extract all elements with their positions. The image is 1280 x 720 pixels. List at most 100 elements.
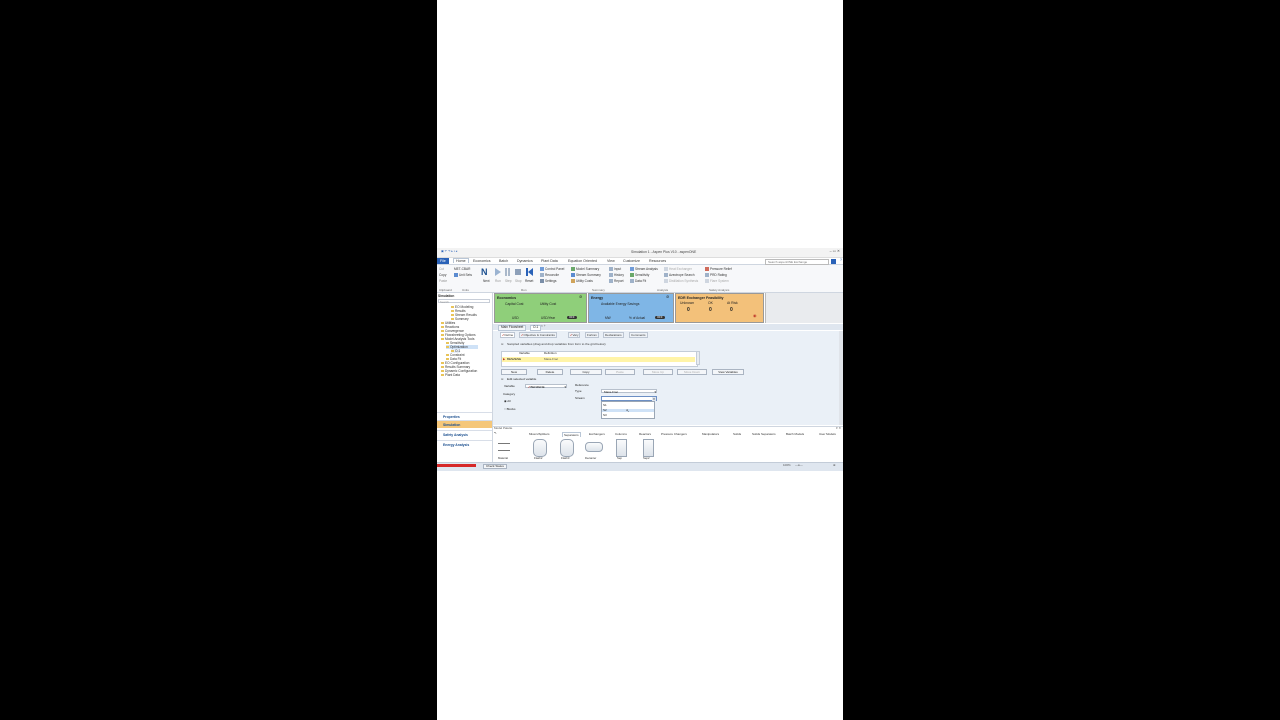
- run-button[interactable]: Run: [495, 279, 501, 283]
- material-stream-icon[interactable]: [498, 443, 510, 451]
- tab-customize[interactable]: Customize: [623, 259, 640, 263]
- energy-card[interactable]: Energy ⊘ Available Energy Savings MW % o…: [588, 293, 674, 323]
- run-icon[interactable]: [495, 268, 501, 276]
- data-fit-button[interactable]: Data Fit: [630, 279, 646, 284]
- doc-tab-o-1[interactable]: O-1: [530, 325, 542, 331]
- step-button[interactable]: Step: [505, 279, 512, 283]
- safety-analysis-nav-button[interactable]: Safety Analysis: [437, 430, 492, 438]
- tab-resources[interactable]: Resources: [649, 259, 666, 263]
- sep-icon[interactable]: [616, 439, 627, 457]
- collapse-icon[interactable]: ⊖: [501, 342, 504, 346]
- palette-tab-solids[interactable]: Solids: [733, 432, 741, 436]
- palette-tab-user-models[interactable]: User Models: [819, 432, 836, 436]
- file-menu[interactable]: File: [437, 258, 449, 264]
- form-tab-comments[interactable]: Comments: [629, 332, 648, 338]
- grid-cell-variable[interactable]: BENZENE: [507, 357, 521, 361]
- form-tab-fortran[interactable]: Fortran: [585, 332, 599, 338]
- flare-system-button[interactable]: Flare System: [705, 279, 729, 284]
- decanter-icon[interactable]: [585, 442, 603, 452]
- nav-item-plant-data[interactable]: Plant Data: [441, 373, 460, 377]
- paste-button-form[interactable]: Paste: [605, 369, 635, 375]
- quick-access-icons[interactable]: ▣ ↶ ↷ ▸ ▪ ◂: [441, 249, 457, 253]
- stream-analysis-button[interactable]: Stream Analysis: [630, 267, 658, 272]
- delete-button[interactable]: Delete: [537, 369, 563, 375]
- flash3-icon[interactable]: [560, 439, 574, 457]
- copy-button-form[interactable]: Copy: [570, 369, 602, 375]
- tab-view[interactable]: View: [607, 259, 615, 263]
- form-tab-declarations[interactable]: Declarations: [603, 332, 624, 338]
- palette-tab-solids-separators[interactable]: Solids Separators: [752, 432, 776, 436]
- help-icon[interactable]: ?: [840, 258, 842, 263]
- variable-select[interactable]: ✔BENZENE ▾: [525, 384, 567, 389]
- energy-disable-icon[interactable]: ⊘: [666, 294, 669, 299]
- table-row[interactable]: [502, 357, 695, 362]
- utility-costs-button[interactable]: Utility Costs: [571, 279, 593, 284]
- palette-tab-batch-models[interactable]: Batch Models: [786, 432, 804, 436]
- tab-economics[interactable]: Economics: [473, 259, 491, 263]
- check-status-button[interactable]: Check Status: [483, 464, 507, 470]
- doc-tab-main-flowsheet[interactable]: Main Flowsheet: [498, 325, 527, 331]
- simulation-nav-button[interactable]: Simulation: [437, 420, 492, 428]
- form-tab-define[interactable]: ✔Define: [500, 332, 516, 338]
- unit-sets-button[interactable]: Unit Sets: [454, 273, 472, 278]
- input-button[interactable]: Input: [609, 267, 621, 272]
- all-radio[interactable]: ◉ All: [504, 399, 511, 403]
- zoom-in-icon[interactable]: ⊕: [833, 463, 836, 467]
- flash2-icon[interactable]: [533, 439, 547, 457]
- stream-summary-button[interactable]: Stream Summary: [571, 273, 601, 278]
- palette-tab-exchangers[interactable]: Exchangers: [589, 432, 605, 436]
- cut-button[interactable]: Cut: [439, 267, 444, 271]
- tab-plant-data[interactable]: Plant Data: [541, 259, 558, 263]
- palette-pin-icon[interactable]: ▾ ✕: [836, 426, 841, 430]
- palette-tab-pressure-changers[interactable]: Pressure Changers: [661, 432, 687, 436]
- dropdown-option[interactable]: S3: [603, 413, 607, 417]
- properties-nav-button[interactable]: Properties: [437, 412, 492, 420]
- stop-icon[interactable]: [515, 269, 521, 275]
- new-button[interactable]: New: [501, 369, 527, 375]
- window-controls[interactable]: – ▭ ✕: [830, 249, 840, 254]
- unit-set-selector[interactable]: MET-CBAR: [454, 267, 470, 271]
- edr-alert-icon[interactable]: ◉: [753, 313, 757, 318]
- palette-pointer-icon[interactable]: ↖: [494, 431, 497, 436]
- search-icon[interactable]: [831, 259, 836, 264]
- model-summary-button[interactable]: Model Summary: [571, 267, 599, 272]
- palette-tab-manipulators[interactable]: Manipulators: [702, 432, 719, 436]
- edr-card[interactable]: EDR Exchanger Feasibility Unknown OK At …: [675, 293, 764, 323]
- copy-button[interactable]: Copy: [439, 273, 446, 277]
- pressure-relief-button[interactable]: Pressure Relief: [705, 267, 732, 272]
- zoom-slider[interactable]: —●—: [795, 463, 803, 467]
- next-button[interactable]: Next: [483, 279, 490, 283]
- doc-tab-close-icon[interactable]: × +: [541, 324, 546, 329]
- history-button[interactable]: History: [609, 273, 624, 278]
- collapse-icon[interactable]: ⊖: [501, 377, 504, 381]
- distillation-synthesis-button[interactable]: Distillation Synthesis: [664, 279, 698, 284]
- form-scrollbar[interactable]: [839, 331, 843, 425]
- tab-home[interactable]: Home: [453, 258, 469, 263]
- palette-tab-separators[interactable]: Separators: [562, 432, 581, 437]
- form-tab-vary[interactable]: ✔Vary: [568, 332, 581, 338]
- type-select[interactable]: Mass-Frac ▾: [601, 389, 657, 394]
- economics-toggle[interactable]: OFF: [567, 315, 577, 320]
- report-button[interactable]: Report: [609, 279, 624, 284]
- dropdown-option[interactable]: S1: [603, 403, 607, 407]
- economics-card[interactable]: Economics ⊘ Capital Cost Utility Cost US…: [494, 293, 587, 323]
- grid-cell-definition[interactable]: Mass-Frac: [544, 357, 558, 361]
- azeotrope-search-button[interactable]: Azeotrope Search: [664, 273, 695, 278]
- stop-button[interactable]: Stop: [515, 279, 522, 283]
- economics-disable-icon[interactable]: ⊘: [579, 294, 582, 299]
- nav-search-input[interactable]: Search: [438, 299, 490, 304]
- palette-tab-reactors[interactable]: Reactors: [639, 432, 651, 436]
- tab-batch[interactable]: Batch: [499, 259, 508, 263]
- palette-tab-mixers-splitters[interactable]: Mixers/Splitters: [529, 432, 550, 436]
- paste-button[interactable]: Paste: [439, 279, 447, 283]
- sep2-icon[interactable]: [643, 439, 654, 457]
- grid-scrollbar[interactable]: [696, 351, 700, 365]
- heat-exchanger-button[interactable]: Heat Exchanger: [664, 267, 692, 272]
- step-icon[interactable]: [505, 268, 510, 276]
- reconcile-button[interactable]: Reconcile: [540, 273, 559, 278]
- move-up-button[interactable]: Move Up: [643, 369, 673, 375]
- settings-button[interactable]: Settings: [540, 279, 557, 284]
- form-tab-objective-constraints[interactable]: ✔Objective & Constraints: [519, 332, 557, 338]
- tab-equation-oriented[interactable]: Equation Oriented: [568, 259, 597, 263]
- blocks-radio[interactable]: ○ Blocks: [504, 407, 516, 411]
